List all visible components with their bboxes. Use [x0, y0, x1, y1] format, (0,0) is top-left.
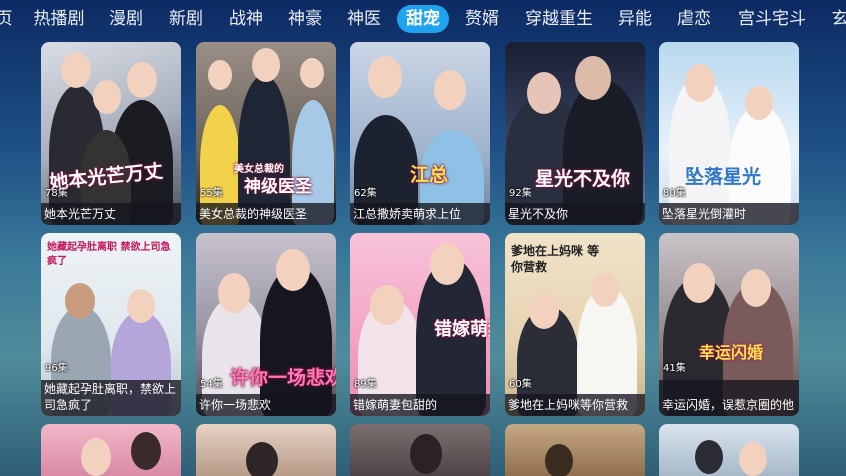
poster-title-art: 星光不及你 — [535, 168, 631, 190]
drama-card[interactable]: 坠落星光 80集 坠落星光倒灌时 — [659, 42, 799, 225]
drama-card-partial[interactable] — [41, 424, 181, 476]
tab-divine-doctor[interactable]: 神医 — [346, 5, 382, 33]
episode-count: 96集 — [45, 363, 68, 374]
tab-home-partial[interactable]: 页 — [0, 5, 14, 33]
card-title: 许你一场悲欢 — [199, 398, 272, 412]
poster-title-art: 幸运闪婚 — [699, 343, 764, 362]
poster-title-art: 爹地在上妈咪 等你营救 — [511, 244, 600, 274]
tab-tragic-love[interactable]: 虐恋 — [676, 5, 712, 33]
drama-card[interactable]: 她藏起孕肚离职 禁欲上司急疯了 96集 她藏起孕肚离职，禁欲上司急疯了 — [41, 233, 181, 416]
drama-card-partial[interactable] — [196, 424, 336, 476]
poster-title-art: 她藏起孕肚离职 禁欲上司急疯了 — [47, 242, 171, 267]
card-title: 坠落星光倒灌时 — [662, 207, 747, 221]
tab-sweet-romance[interactable]: 甜宠 — [397, 5, 449, 33]
drama-card[interactable]: 爹地在上妈咪 等你营救 60集 爹地在上妈咪等你营救 — [505, 233, 645, 416]
episode-count: 54集 — [200, 379, 223, 390]
tab-war-god[interactable]: 战神 — [228, 5, 264, 33]
tab-time-travel[interactable]: 穿越重生 — [523, 5, 595, 33]
poster-image — [659, 424, 799, 476]
card-title: 幸运闪婚，误惹京圈的他 — [662, 398, 795, 412]
episode-count: 60集 — [509, 379, 532, 390]
drama-card[interactable]: 美女总裁的 神级医圣 55集 美女总裁的神级医圣 — [196, 42, 336, 225]
tab-new-drama[interactable]: 新剧 — [168, 5, 204, 33]
episode-count: 62集 — [354, 188, 377, 199]
card-title: 她藏起孕肚离职，禁欲上司急疯了 — [44, 382, 177, 412]
drama-card[interactable]: 她本光芒万丈 78集 她本光芒万丈 — [41, 42, 181, 225]
tab-son-in-law[interactable]: 赘婿 — [464, 5, 500, 33]
drama-card[interactable]: 江总 62集 江总撒娇卖萌求上位 — [350, 42, 490, 225]
tab-hot-drama[interactable]: 热播剧 — [32, 5, 86, 33]
poster-image — [41, 424, 181, 476]
poster-image — [505, 424, 645, 476]
card-title: 她本光芒万丈 — [44, 207, 117, 221]
episode-count: 55集 — [200, 188, 223, 199]
drama-card[interactable]: 许你一场悲欢 54集 许你一场悲欢 — [196, 233, 336, 416]
poster-title-art: 坠落星光 — [685, 166, 762, 188]
drama-card[interactable]: 错嫁萌妻 89集 错嫁萌妻包甜的 — [350, 233, 490, 416]
poster-title-art: 神级医圣 — [244, 177, 312, 197]
poster-image — [196, 424, 336, 476]
category-tab-bar: 页 热播剧 漫剧 新剧 战神 神豪 神医 甜宠 赘婿 穿越重生 异能 虐恋 宫斗… — [0, 0, 846, 38]
tab-mystic-partial[interactable]: 玄 — [830, 5, 846, 33]
tab-superpower[interactable]: 异能 — [617, 5, 653, 33]
card-title: 美女总裁的神级医圣 — [199, 207, 308, 221]
episode-count: 80集 — [663, 188, 686, 199]
drama-card[interactable]: 幸运闪婚 41集 幸运闪婚，误惹京圈的他 — [659, 233, 799, 416]
poster-image — [350, 424, 490, 476]
poster-title-art: 许你一场悲欢 — [230, 367, 336, 389]
poster-title-art: 江总 — [410, 164, 449, 186]
episode-count: 41集 — [663, 363, 686, 374]
tab-tycoon[interactable]: 神豪 — [287, 5, 323, 33]
drama-card-partial[interactable] — [350, 424, 490, 476]
drama-card-partial[interactable] — [505, 424, 645, 476]
card-title: 星光不及你 — [508, 207, 569, 221]
card-title: 江总撒娇卖萌求上位 — [353, 207, 462, 221]
poster-title-art: 错嫁萌妻 — [434, 319, 490, 340]
card-title: 爹地在上妈咪等你营救 — [508, 398, 629, 412]
episode-count: 92集 — [509, 188, 532, 199]
tab-comic-drama[interactable]: 漫剧 — [108, 5, 144, 33]
drama-card-partial[interactable] — [659, 424, 799, 476]
tab-palace-intrigue[interactable]: 宫斗宅斗 — [736, 5, 808, 33]
episode-count: 78集 — [45, 188, 68, 199]
drama-card[interactable]: 星光不及你 92集 星光不及你 — [505, 42, 645, 225]
card-title: 错嫁萌妻包甜的 — [353, 398, 438, 412]
episode-count: 89集 — [354, 379, 377, 390]
